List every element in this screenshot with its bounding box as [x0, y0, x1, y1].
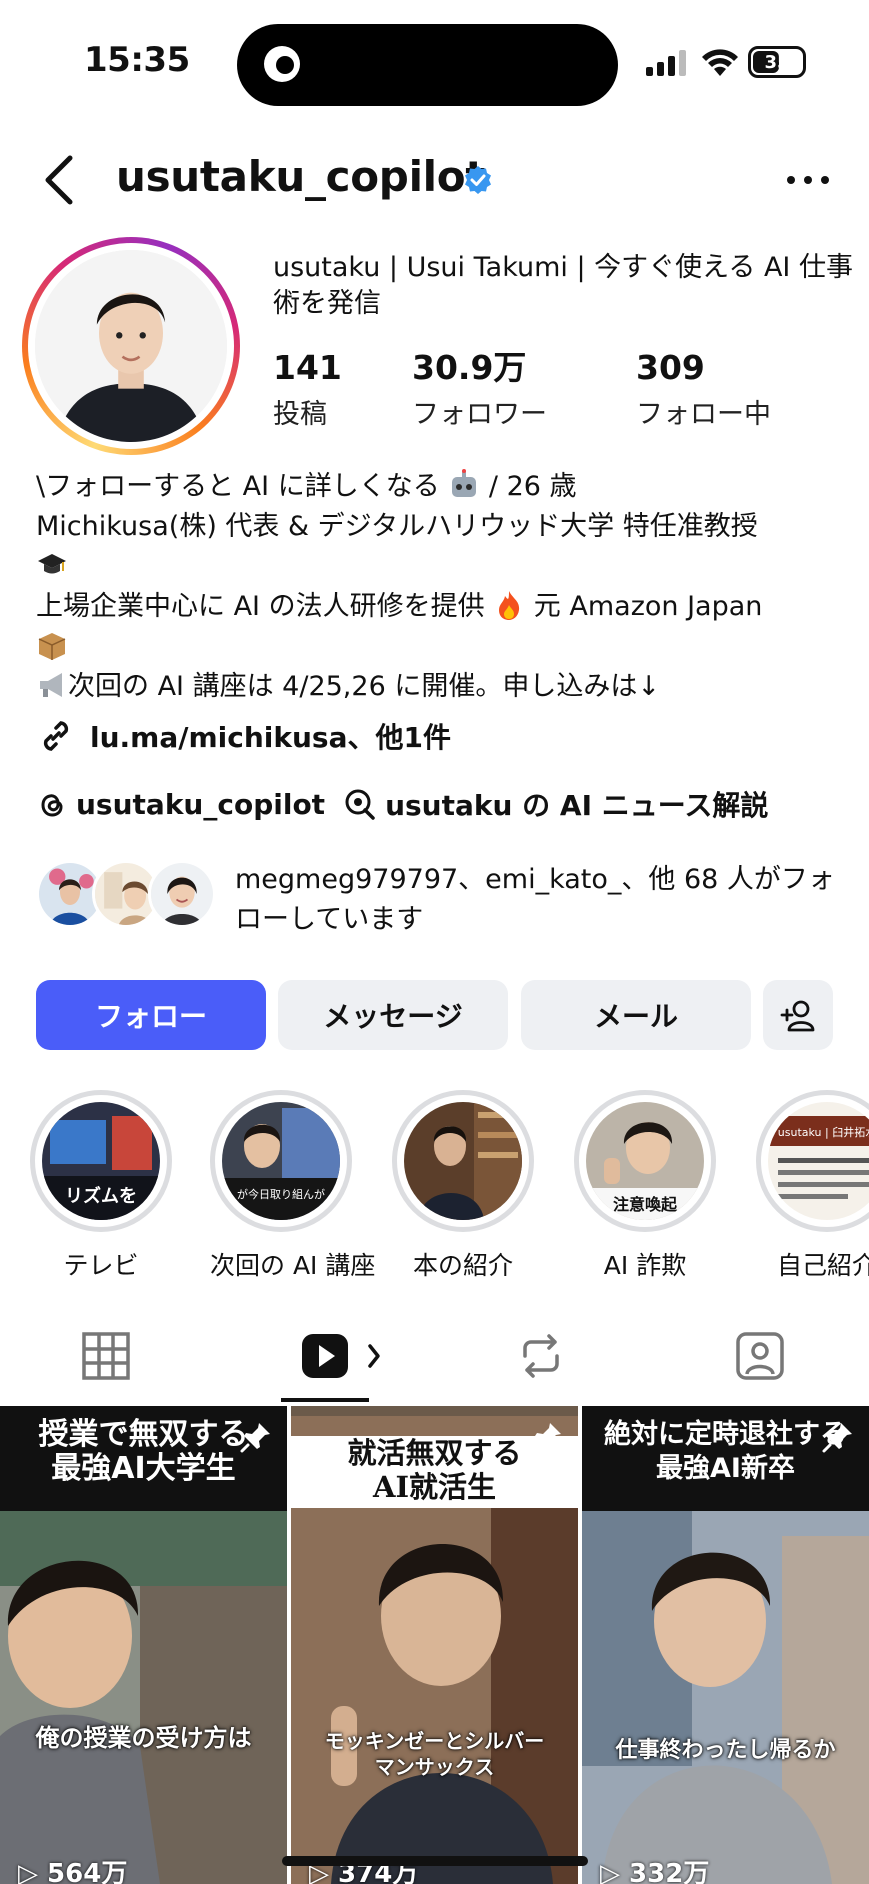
bio-line-3-tail: 元 Amazon Japan: [533, 591, 763, 622]
highlight-cover: リズムを: [42, 1102, 160, 1220]
active-tab-indicator: [281, 1398, 369, 1402]
highlight-cover: が今日取り組んが: [222, 1102, 340, 1220]
stat-value: 309: [636, 348, 705, 387]
highlight-cover: 注意喚起: [586, 1102, 704, 1220]
channel-name: usutaku の AI ニュース解説: [385, 789, 769, 822]
highlight-label: 自己紹介: [776, 1251, 869, 1280]
message-button[interactable]: メッセージ: [278, 980, 508, 1050]
highlight-cover: usutaku | 臼井拓水: [768, 1102, 869, 1220]
link-text: lu.ma/michikusa、他1件: [90, 721, 451, 754]
pin-icon: [822, 1423, 852, 1453]
threads-link[interactable]: usutaku_copilot: [36, 788, 325, 821]
highlight-tv[interactable]: リズムを テレビ: [30, 1090, 172, 1282]
package-emoji-icon: [38, 633, 66, 660]
svg-text:usutaku | 臼井拓水: usutaku | 臼井拓水: [778, 1125, 869, 1139]
add-person-icon: [780, 1000, 815, 1032]
highlight-label: テレビ: [63, 1251, 139, 1280]
mutual-avatar: [148, 860, 216, 928]
reel-views: ▷ 564万: [18, 1853, 127, 1884]
tagged-tab-icon[interactable]: [734, 1330, 786, 1382]
reel-caption: モッキンゼーとシルバーマンサックス: [324, 1729, 545, 1779]
reposts-tab-icon[interactable]: [515, 1330, 567, 1382]
reel-thumbnail[interactable]: 就活無双する AI就活生 モッキンゼーとシルバーマンサックス ▷ 374万: [291, 1406, 578, 1884]
avatar-photo: [35, 250, 227, 442]
stat-value: 141: [273, 348, 342, 387]
cellular-signal-icon: [646, 50, 686, 76]
email-button[interactable]: メール: [521, 980, 751, 1050]
bio-line-2: Michikusa(株) 代表 & デジタルハリウッド大学 特任准教授: [36, 511, 758, 542]
posts-count[interactable]: 141 投稿: [273, 348, 342, 431]
wifi-icon: [702, 49, 738, 76]
more-options-icon[interactable]: [785, 168, 831, 192]
graduation-cap-emoji-icon: [38, 554, 66, 574]
profile-username: usutaku_copilot: [116, 152, 486, 201]
stat-label: フォロー中: [636, 399, 771, 430]
stat-value: 30.9万: [412, 348, 527, 387]
reel-views-count: 332万: [629, 1859, 710, 1884]
highlight-books[interactable]: 本の紹介: [392, 1090, 534, 1282]
followed-by-avatars[interactable]: [36, 860, 216, 928]
highlight-cover: [404, 1102, 522, 1220]
reel-thumbnail[interactable]: 絶対に定時退社する 最強AI新卒 仕事終わったし帰るか ▷ 332万: [582, 1406, 869, 1884]
highlight-label: AI 詐欺: [603, 1251, 687, 1280]
music-activity-icon: [264, 46, 300, 82]
following-count[interactable]: 309 フォロー中: [636, 348, 771, 431]
megaphone-emoji-icon: [40, 673, 62, 697]
pin-icon: [531, 1423, 561, 1453]
followers-count[interactable]: 30.9万 フォロワー: [412, 348, 547, 431]
broadcast-channel-icon: [345, 789, 375, 820]
reel-caption: 俺の授業の受け方は: [35, 1724, 252, 1752]
pin-icon: [240, 1423, 270, 1453]
reel-title-line: AI就活生: [372, 1470, 497, 1504]
reel-thumbnail[interactable]: 授業で無双する 最強AI大学生 俺の授業の受け方は ▷ 564万: [0, 1406, 287, 1884]
threads-row: usutaku_copilot usutaku の AI ニュース解説: [36, 784, 768, 824]
bio-line-1: \フォローすると AI に詳しくなる: [36, 471, 440, 502]
link-icon: [43, 721, 69, 751]
battery-icon: 35: [748, 46, 806, 78]
bio-line-1-tail: / 26 歳: [488, 471, 577, 502]
bio-line-4: 次回の AI 講座は 4/25,26 に開催。申し込みは↓: [68, 671, 660, 702]
highlight-label: 次回の AI 講座: [210, 1251, 376, 1280]
reel-title-line: 最強AI新卒: [656, 1453, 795, 1484]
battery-level: 35: [764, 51, 790, 73]
back-arrow-icon[interactable]: [40, 152, 80, 208]
suggested-users-button[interactable]: [763, 980, 833, 1050]
verified-badge-icon: [465, 166, 491, 194]
reel-caption: 仕事終わったし帰るか: [615, 1738, 836, 1763]
svg-text:リズムを: リズムを: [65, 1185, 137, 1207]
threads-handle: usutaku_copilot: [76, 787, 326, 821]
robot-emoji-icon: [452, 469, 477, 497]
highlight-next-course[interactable]: が今日取り組んが 次回の AI 講座: [210, 1090, 376, 1282]
home-indicator[interactable]: [282, 1856, 588, 1866]
profile-link[interactable]: lu.ma/michikusa、他1件: [36, 716, 451, 756]
highlight-ai-scam[interactable]: 注意喚起 AI 詐欺: [574, 1090, 716, 1282]
highlight-self-intro[interactable]: usutaku | 臼井拓水 自己紹介: [756, 1090, 869, 1282]
svg-text:注意喚起: 注意喚起: [613, 1195, 678, 1214]
followed-by-text[interactable]: megmeg979797、emi_kato_、他 68 人がフォローしています: [235, 860, 855, 940]
reel-views-count: 564万: [47, 1859, 128, 1884]
fire-emoji-icon: [499, 591, 520, 620]
posts-grid-tab-icon[interactable]: [80, 1330, 132, 1382]
profile-bio: \フォローすると AI に詳しくなる / 26 歳 Michikusa(株) 代…: [36, 467, 836, 707]
follow-button[interactable]: フォロー: [36, 980, 266, 1050]
profile-display-name: usutaku | Usui Takumi | 今すぐ使える AI 仕事術を発信: [273, 252, 853, 319]
svg-text:が今日取り組んが: が今日取り組んが: [237, 1187, 325, 1201]
bio-line-3: 上場企業中心に AI の法人研修を提供: [36, 591, 485, 622]
profile-avatar[interactable]: [22, 237, 240, 455]
channel-link[interactable]: usutaku の AI ニュース解説: [343, 784, 768, 824]
highlight-label: 本の紹介: [412, 1251, 513, 1280]
reel-views: ▷ 332万: [600, 1853, 709, 1884]
reel-title-line: 最強AI大学生: [51, 1451, 236, 1486]
reels-tab-icon[interactable]: [300, 1330, 386, 1382]
threads-icon: [41, 794, 63, 817]
stat-label: 投稿: [273, 399, 327, 430]
status-time: 15:35: [84, 40, 190, 80]
stat-label: フォロワー: [412, 399, 547, 430]
